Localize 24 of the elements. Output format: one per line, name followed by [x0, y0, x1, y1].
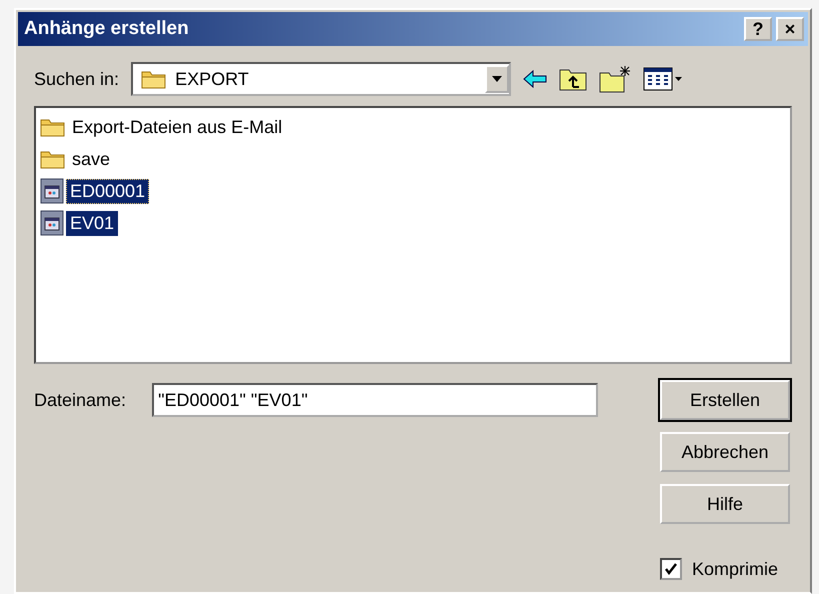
filename-label: Dateiname: — [34, 390, 126, 410]
dialog-button[interactable]: Erstellen — [660, 380, 790, 420]
dropdown-arrow-icon — [492, 76, 502, 82]
file-item[interactable]: Export-Dateien aus E-Mail — [68, 114, 286, 140]
close-button[interactable]: × — [776, 17, 804, 41]
document-icon — [40, 210, 64, 236]
filename-field[interactable]: "ED00001" "EV01" — [152, 383, 598, 417]
file-item[interactable]: EV01 — [66, 210, 118, 236]
new-folder-icon[interactable] — [599, 65, 632, 93]
help-button[interactable]: ? — [744, 17, 772, 41]
folder-up-icon[interactable] — [559, 67, 588, 91]
look-in-dropdown[interactable]: EXPORT — [131, 62, 512, 96]
file-item[interactable]: ED00001 — [66, 178, 150, 204]
compress-checkbox[interactable] — [660, 558, 682, 580]
window-title: Anhänge erstellen — [24, 18, 190, 40]
document-icon — [40, 178, 64, 204]
dialog-button[interactable]: Hilfe — [660, 484, 790, 524]
look-in-label: Suchen in: — [34, 68, 120, 90]
view-menu-icon[interactable] — [643, 67, 684, 91]
dialog-button[interactable]: Abbrechen — [660, 432, 790, 472]
checkbox-label: Komprimie — [692, 558, 778, 580]
file-item[interactable]: save — [68, 146, 114, 172]
back-arrow-icon[interactable] — [523, 70, 548, 88]
checkmark-icon — [664, 562, 678, 576]
